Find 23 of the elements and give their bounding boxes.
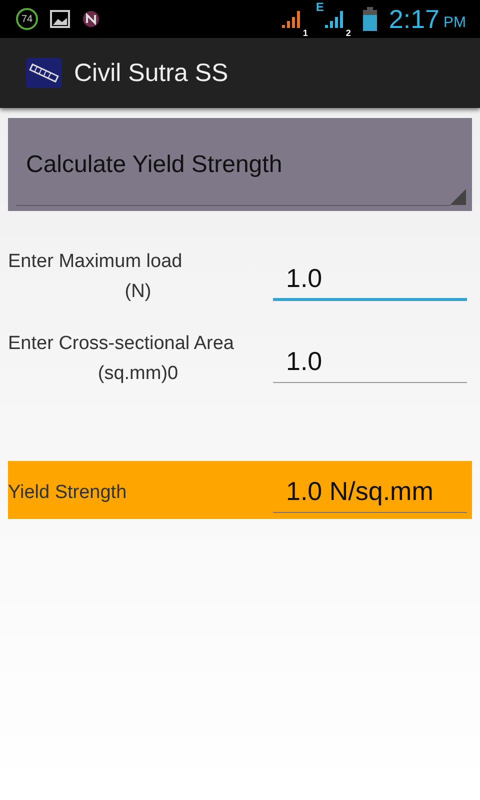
app-title: Civil Sutra SS xyxy=(74,58,228,88)
number-input[interactable]: 1.0 xyxy=(273,341,467,383)
field-label: (N) xyxy=(124,280,152,304)
field-label: Enter Maximum load xyxy=(8,250,182,274)
clock-time: 2:17 xyxy=(388,4,440,34)
result-value: 1.0 N/sq.mm xyxy=(273,468,467,512)
clock-meridiem: PM xyxy=(444,14,466,30)
app-notification-icon xyxy=(82,10,100,28)
number-input[interactable]: 1.0 xyxy=(273,259,467,301)
signal-icon xyxy=(280,9,303,29)
network-type: E xyxy=(316,0,324,14)
notification-badge: 74 xyxy=(16,8,38,30)
result-label: Yield Strength xyxy=(8,482,128,504)
ruler-icon xyxy=(26,58,62,88)
field-label: (sq.mm)0 xyxy=(98,362,178,386)
image-icon xyxy=(50,10,70,28)
battery-icon xyxy=(362,7,377,31)
sim-label: 1 xyxy=(302,28,308,38)
sim-label: 2 xyxy=(346,28,351,38)
calculation-dropdown[interactable]: Calculate Yield Strength xyxy=(8,118,472,211)
dropdown-corner-icon xyxy=(450,189,466,205)
field-label: Enter Cross-sectional Area xyxy=(8,332,234,356)
signal-icon xyxy=(324,9,346,29)
